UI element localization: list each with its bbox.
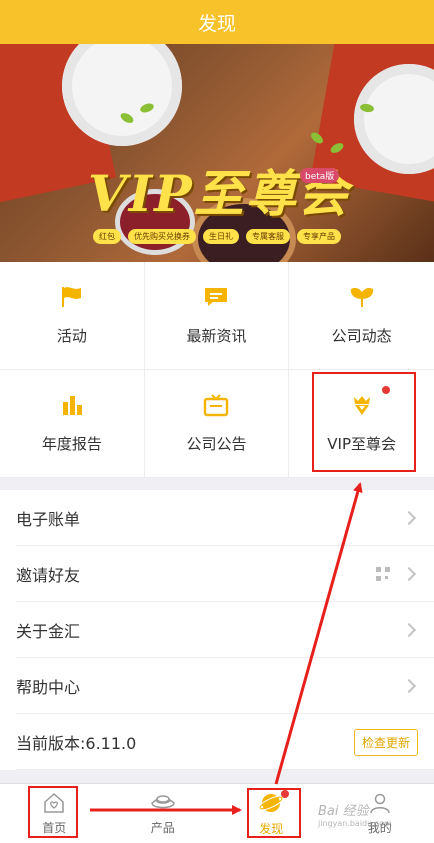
- ginkgo-leaf-icon: [349, 285, 375, 309]
- chevron-right-icon: [402, 679, 416, 693]
- vip-banner[interactable]: VIP至尊会 beta版 红包 优先购买兑换券 生日礼 专属客服 专享产品: [0, 44, 434, 262]
- banner-tag: 优先购买兑换券: [128, 229, 196, 244]
- highlight-box-discover: [247, 788, 301, 838]
- chevron-right-icon: [402, 511, 416, 525]
- list-item-invite-friends[interactable]: 邀请好友: [0, 546, 434, 602]
- grid-item-label: 最新资讯: [186, 325, 246, 346]
- grid-item-announcement[interactable]: 公司公告: [145, 370, 290, 478]
- tv-icon: [203, 393, 229, 417]
- grid-item-label: 活动: [57, 325, 87, 346]
- list-item-help[interactable]: 帮助中心: [0, 658, 434, 714]
- grid-item-company-news[interactable]: 公司动态: [289, 262, 434, 370]
- grid-item-label: 公司公告: [186, 433, 246, 454]
- highlight-box-home: [28, 786, 78, 838]
- ingot-icon: [149, 791, 177, 815]
- highlight-box-vip: [312, 372, 416, 472]
- bar-chart-icon: [60, 393, 84, 417]
- banner-title: VIP至尊会: [88, 154, 350, 226]
- banner-tag: 专享产品: [297, 229, 341, 244]
- watermark: Bai 经验 jingyan.baidu.com: [318, 800, 392, 828]
- banner-tag: 生日礼: [203, 229, 239, 244]
- list-item-about[interactable]: 关于金汇: [0, 602, 434, 658]
- banner-tag: 专属客服: [246, 229, 290, 244]
- settings-list: 电子账单 邀请好友 关于金汇 帮助中心 当前版本:6.11.0 检查更新: [0, 490, 434, 770]
- tab-products[interactable]: 产品: [109, 784, 218, 843]
- chat-icon: [203, 285, 229, 309]
- list-item-label: 关于金汇: [16, 618, 404, 642]
- version-label: 当前版本:6.11.0: [16, 730, 354, 754]
- banner-tag: 红包: [93, 229, 121, 244]
- watermark-text: Bai 经验: [318, 804, 369, 819]
- watermark-url: jingyan.baidu.com: [318, 819, 392, 828]
- grid-item-label: 公司动态: [332, 325, 392, 346]
- app-header: 发现: [0, 0, 434, 44]
- grid-item-label: 年度报告: [42, 433, 102, 454]
- chevron-right-icon: [402, 567, 416, 581]
- beta-badge: beta版: [300, 168, 339, 183]
- banner-tags: 红包 优先购买兑换券 生日礼 专属客服 专享产品: [0, 229, 434, 244]
- list-item-version: 当前版本:6.11.0 检查更新: [0, 714, 434, 770]
- grid-item-news[interactable]: 最新资讯: [145, 262, 290, 370]
- page-title: 发现: [198, 9, 236, 36]
- flag-icon: [59, 285, 85, 309]
- list-item-label: 电子账单: [16, 506, 404, 530]
- grid-item-annual-report[interactable]: 年度报告: [0, 370, 145, 478]
- list-item-label: 帮助中心: [16, 674, 404, 698]
- grid-item-activity[interactable]: 活动: [0, 262, 145, 370]
- qr-code-icon: [376, 567, 390, 581]
- check-update-button[interactable]: 检查更新: [354, 729, 418, 756]
- tab-label: 产品: [151, 819, 175, 836]
- chevron-right-icon: [402, 623, 416, 637]
- list-item-e-statement[interactable]: 电子账单: [0, 490, 434, 546]
- list-item-label: 邀请好友: [16, 562, 376, 586]
